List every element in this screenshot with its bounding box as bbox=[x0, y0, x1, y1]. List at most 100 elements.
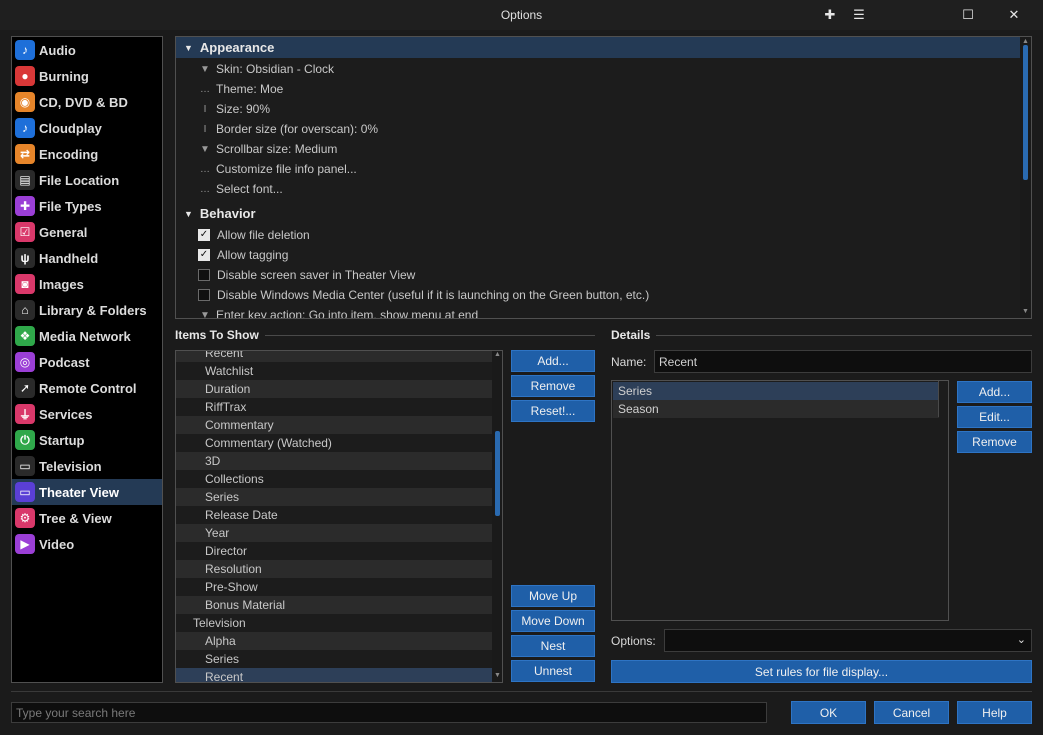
appearance-option[interactable]: I Size: 90% bbox=[196, 99, 270, 119]
cancel-button[interactable]: Cancel bbox=[874, 701, 949, 724]
appearance-option[interactable]: ▼ Scrollbar size: Medium bbox=[196, 139, 337, 159]
checkbox-checked[interactable]: ✓ bbox=[198, 229, 210, 241]
nest-button[interactable]: Nest bbox=[511, 635, 595, 657]
sidebar-item-burning[interactable]: ● Burning bbox=[12, 63, 162, 89]
reset-items-button[interactable]: Reset!... bbox=[511, 400, 595, 422]
scroll-down-icon[interactable]: ▼ bbox=[494, 672, 501, 679]
options-select[interactable]: ⌄ bbox=[664, 629, 1032, 652]
name-field[interactable]: Recent bbox=[654, 350, 1032, 373]
items-scrollbar[interactable]: ▲ ▼ bbox=[492, 351, 502, 682]
edit-detail-button[interactable]: Edit... bbox=[957, 406, 1032, 428]
list-item[interactable]: Recent bbox=[176, 351, 492, 362]
list-item[interactable]: Resolution bbox=[176, 560, 492, 578]
items-to-show-list: Recent Watchlist Duration RiffTrax Commentar… bbox=[175, 350, 503, 683]
remove-item-button[interactable]: Remove bbox=[511, 375, 595, 397]
list-item[interactable]: RiffTrax bbox=[176, 398, 492, 416]
list-item[interactable]: Collections bbox=[176, 470, 492, 488]
checkbox-checked[interactable]: ✓ bbox=[198, 249, 210, 261]
sidebar-item-services[interactable]: ⏚ Services bbox=[12, 401, 162, 427]
file-search-icon: ▤ bbox=[15, 170, 35, 190]
behavior-option[interactable]: Disable Windows Media Center (useful if … bbox=[196, 285, 649, 305]
sidebar-item-theater-view[interactable]: ▭ Theater View bbox=[12, 479, 162, 505]
appearance-option-label: Border size (for overscan): 0% bbox=[216, 122, 379, 136]
behavior-option-label: Disable screen saver in Theater View bbox=[217, 268, 416, 282]
add-detail-button[interactable]: Add... bbox=[957, 381, 1032, 403]
behavior-option[interactable]: ▼ Enter key action: Go into item, show me… bbox=[196, 305, 478, 318]
appearance-option[interactable]: … Theme: Moe bbox=[196, 79, 283, 99]
ok-button[interactable]: OK bbox=[791, 701, 866, 724]
appearance-option[interactable]: … Select font... bbox=[196, 179, 283, 199]
detail-list-item[interactable]: Series bbox=[613, 382, 939, 400]
list-item[interactable]: Pre-Show bbox=[176, 578, 492, 596]
behavior-header[interactable]: ▼ Behavior bbox=[176, 203, 1021, 224]
add-item-button[interactable]: Add... bbox=[511, 350, 595, 372]
detail-list-item[interactable]: Season bbox=[613, 400, 939, 418]
list-item[interactable]: Watchlist bbox=[176, 362, 492, 380]
sidebar-item-file-types[interactable]: ✚ File Types bbox=[12, 193, 162, 219]
restore-icon[interactable]: ☰ bbox=[849, 6, 869, 24]
remove-detail-button[interactable]: Remove bbox=[957, 431, 1032, 453]
sidebar-item-audio[interactable]: ♪ Audio bbox=[12, 37, 162, 63]
sidebar-item-label: Services bbox=[39, 406, 93, 422]
pin-icon[interactable]: ✚ bbox=[820, 6, 840, 24]
list-item[interactable]: Alpha bbox=[176, 632, 492, 650]
search-input[interactable]: Type your search here bbox=[11, 702, 767, 723]
sidebar-item-label: Audio bbox=[39, 42, 76, 58]
maximize-icon[interactable]: ☐ bbox=[958, 6, 978, 24]
list-item[interactable]: Release Date bbox=[176, 506, 492, 524]
behavior-option[interactable]: Disable screen saver in Theater View bbox=[196, 265, 415, 285]
appearance-option[interactable]: ▼ Skin: Obsidian - Clock bbox=[196, 59, 334, 79]
scroll-up-icon[interactable]: ▲ bbox=[1022, 38, 1029, 45]
sidebar-item-cloudplay[interactable]: ♪ Cloudplay bbox=[12, 115, 162, 141]
list-item[interactable]: Series bbox=[176, 488, 492, 506]
sidebar-item-file-location[interactable]: ▤ File Location bbox=[12, 167, 162, 193]
sidebar-item-encoding[interactable]: ⇄ Encoding bbox=[12, 141, 162, 167]
help-button[interactable]: Help bbox=[957, 701, 1032, 724]
list-item[interactable]: Television bbox=[176, 614, 492, 632]
sidebar-item-remote-control[interactable]: ➚ Remote Control bbox=[12, 375, 162, 401]
sidebar-item-general[interactable]: ☑ General bbox=[12, 219, 162, 245]
list-item[interactable]: Commentary bbox=[176, 416, 492, 434]
remote-icon: ➚ bbox=[15, 378, 35, 398]
ibeam-icon: I bbox=[203, 123, 207, 135]
tree-scrollbar[interactable]: ▲ ▼ bbox=[1020, 37, 1031, 318]
list-item[interactable]: Series bbox=[176, 650, 492, 668]
sidebar-item-library-folders[interactable]: ⌂ Library & Folders bbox=[12, 297, 162, 323]
sidebar-item-podcast[interactable]: ◎ Podcast bbox=[12, 349, 162, 375]
unnest-button[interactable]: Unnest bbox=[511, 660, 595, 682]
appearance-option[interactable]: … Customize file info panel... bbox=[196, 159, 357, 179]
list-item[interactable]: Year bbox=[176, 524, 492, 542]
music-note-icon: ♪ bbox=[15, 40, 35, 60]
sidebar-item-video[interactable]: ▶ Video bbox=[12, 531, 162, 557]
appearance-header[interactable]: ▼ Appearance bbox=[176, 37, 1021, 58]
move-up-button[interactable]: Move Up bbox=[511, 585, 595, 607]
usb-icon: ψ bbox=[15, 248, 35, 268]
behavior-option[interactable]: ✓ Allow file deletion bbox=[196, 225, 310, 245]
close-icon[interactable]: ✕ bbox=[1004, 6, 1024, 24]
sidebar-item-tree-view[interactable]: ⚙ Tree & View bbox=[12, 505, 162, 531]
tree-scroll-thumb[interactable] bbox=[1023, 45, 1028, 180]
set-rules-button[interactable]: Set rules for file display... bbox=[611, 660, 1032, 683]
appearance-option[interactable]: I Border size (for overscan): 0% bbox=[196, 119, 378, 139]
list-item[interactable]: 3D bbox=[176, 452, 492, 470]
behavior-option[interactable]: ✓ Allow tagging bbox=[196, 245, 288, 265]
checkbox-unchecked[interactable] bbox=[198, 289, 210, 301]
scroll-up-icon[interactable]: ▲ bbox=[494, 351, 501, 358]
scroll-down-icon[interactable]: ▼ bbox=[1022, 308, 1029, 315]
sidebar-item-startup[interactable]: ⏻ Startup bbox=[12, 427, 162, 453]
sidebar-item-handheld[interactable]: ψ Handheld bbox=[12, 245, 162, 271]
list-item[interactable]: Commentary (Watched) bbox=[176, 434, 492, 452]
list-item[interactable]: Bonus Material bbox=[176, 596, 492, 614]
sidebar-item-cd-dvd-bd[interactable]: ◉ CD, DVD & BD bbox=[12, 89, 162, 115]
list-item[interactable]: Recent bbox=[176, 668, 492, 682]
checkbox-unchecked[interactable] bbox=[198, 269, 210, 281]
sidebar-item-images[interactable]: ◙ Images bbox=[12, 271, 162, 297]
move-down-button[interactable]: Move Down bbox=[511, 610, 595, 632]
expand-caret-icon: ▼ bbox=[184, 42, 193, 53]
sidebar-item-media-network[interactable]: ❖ Media Network bbox=[12, 323, 162, 349]
items-scroll-thumb[interactable] bbox=[495, 431, 500, 516]
options-label: Options: bbox=[611, 634, 656, 648]
sidebar-item-television[interactable]: ▭ Television bbox=[12, 453, 162, 479]
list-item[interactable]: Duration bbox=[176, 380, 492, 398]
list-item[interactable]: Director bbox=[176, 542, 492, 560]
